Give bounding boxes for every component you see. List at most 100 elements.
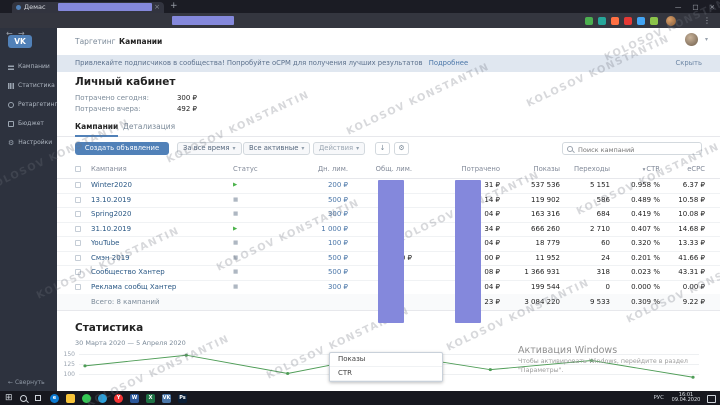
extension-icon[interactable] bbox=[650, 16, 658, 25]
sidebar-item-campaigns[interactable]: Кампании bbox=[0, 57, 57, 76]
taskbar-app-word-icon[interactable]: W bbox=[130, 393, 139, 403]
start-button[interactable]: ⊞ bbox=[5, 391, 13, 405]
window-close-icon[interactable]: × bbox=[710, 3, 715, 11]
daily-limit-link[interactable]: 500 ₽ bbox=[328, 265, 348, 280]
taskbar-app-yandex-browser-icon[interactable]: Y bbox=[114, 393, 123, 403]
sidebar-item-settings[interactable]: ⚙ Настройки bbox=[0, 133, 57, 152]
daily-limit-link[interactable]: 300 ₽ bbox=[328, 207, 348, 222]
daily-limit-link[interactable]: 200 ₽ bbox=[328, 178, 348, 193]
status-icon[interactable]: ■ bbox=[233, 251, 238, 266]
tab-details[interactable]: Детализация bbox=[123, 118, 175, 135]
col-impressions[interactable]: Показы bbox=[533, 160, 560, 178]
extension-icon[interactable] bbox=[585, 16, 593, 25]
select-all-checkbox[interactable] bbox=[75, 165, 81, 172]
campaign-link[interactable]: Реклама сообщ Хантер bbox=[91, 280, 176, 295]
sidebar-item-budget[interactable]: Бюджет bbox=[0, 114, 57, 133]
status-icon[interactable]: ■ bbox=[233, 265, 238, 280]
campaign-link[interactable]: 31.10.2019 bbox=[91, 222, 131, 237]
search-input[interactable] bbox=[576, 143, 702, 156]
row-checkbox[interactable] bbox=[75, 269, 81, 275]
language-indicator[interactable]: РУС bbox=[653, 391, 664, 405]
forward-icon[interactable]: → bbox=[18, 26, 25, 41]
campaign-link[interactable]: Winter2020 bbox=[91, 178, 132, 193]
export-icon[interactable]: ↓ bbox=[375, 142, 390, 155]
period-filter-dropdown[interactable]: За все время ▾ bbox=[177, 142, 242, 155]
taskbar-app-whatsapp-icon[interactable] bbox=[82, 393, 91, 403]
breadcrumb-campaigns[interactable]: Кампании bbox=[119, 37, 162, 46]
extension-icon[interactable] bbox=[598, 16, 606, 25]
back-icon[interactable]: ← bbox=[6, 26, 13, 41]
col-total-limit[interactable]: Общ. лим. bbox=[376, 160, 412, 178]
window-maximize-icon[interactable]: □ bbox=[692, 3, 698, 11]
taskbar-app-edge-icon[interactable]: e bbox=[50, 393, 59, 403]
status-icon[interactable]: ■ bbox=[233, 193, 238, 208]
impressions-value: 199 544 bbox=[531, 282, 560, 291]
col-ecpc[interactable]: eCPC bbox=[687, 160, 705, 178]
new-tab-button[interactable]: + bbox=[170, 0, 178, 13]
taskbar-app-telegram-icon[interactable] bbox=[98, 393, 107, 403]
redaction-overlay bbox=[58, 3, 152, 11]
row-checkbox[interactable] bbox=[75, 196, 81, 203]
status-icon[interactable]: ■ bbox=[233, 280, 238, 295]
gear-icon[interactable]: ⚙ bbox=[394, 142, 409, 155]
campaign-link[interactable]: Spring2020 bbox=[91, 207, 131, 222]
taskbar-app-photoshop-icon[interactable]: Ps bbox=[178, 393, 187, 403]
col-clicks[interactable]: Переходы bbox=[574, 160, 610, 178]
sidebar-item-retargeting[interactable]: Ретаргетинг bbox=[0, 95, 58, 114]
taskbar-app-vk-app-icon[interactable]: VK bbox=[162, 393, 171, 403]
col-ctr[interactable]: ▾CTR bbox=[643, 160, 660, 179]
metric-option-ctr[interactable]: CTR bbox=[330, 367, 442, 381]
banner-hide-button[interactable]: Скрыть bbox=[676, 55, 703, 72]
daily-limit-link[interactable]: 300 ₽ bbox=[328, 280, 348, 295]
row-checkbox[interactable] bbox=[75, 211, 81, 217]
taskbar-search-icon[interactable] bbox=[20, 395, 27, 402]
daily-limit-link[interactable]: 1 000 ₽ bbox=[321, 222, 348, 237]
avatar[interactable] bbox=[685, 33, 698, 46]
campaign-link[interactable]: YouTube bbox=[91, 236, 119, 251]
chevron-down-icon[interactable]: ▾ bbox=[705, 36, 708, 43]
actions-dropdown[interactable]: Действия ▾ bbox=[313, 142, 366, 155]
status-icon[interactable]: ▶ bbox=[233, 178, 237, 193]
sidebar-item-statistics[interactable]: Статистика bbox=[0, 76, 57, 95]
status-icon[interactable]: ▶ bbox=[233, 222, 237, 237]
col-status[interactable]: Статус bbox=[233, 160, 258, 178]
row-checkbox[interactable] bbox=[75, 182, 81, 188]
campaign-link[interactable]: Сообщество Хантер bbox=[91, 265, 165, 280]
row-checkbox[interactable] bbox=[75, 240, 81, 246]
taskbar-clock[interactable]: 16:01 09.04.2020 bbox=[668, 392, 704, 405]
campaign-link[interactable]: Смэн 2019 bbox=[91, 251, 130, 266]
browser-profile-avatar[interactable] bbox=[666, 15, 676, 26]
browser-menu-icon[interactable]: ⋮ bbox=[703, 13, 711, 28]
tab-close-icon[interactable]: × bbox=[154, 3, 160, 11]
daily-limit-link[interactable]: 500 ₽ bbox=[328, 193, 348, 208]
campaign-search[interactable] bbox=[562, 142, 702, 156]
sidebar-collapse-button[interactable]: ← Свернуть bbox=[8, 379, 45, 386]
col-spent[interactable]: Потрачено bbox=[461, 160, 500, 178]
campaign-link[interactable]: 13.10.2019 bbox=[91, 193, 131, 208]
breadcrumb-targeting[interactable]: Таргетинг bbox=[75, 37, 116, 46]
task-view-icon[interactable] bbox=[35, 395, 41, 401]
taskbar-app-excel-icon[interactable]: X bbox=[146, 393, 155, 403]
create-ad-button[interactable]: Создать объявление bbox=[75, 142, 169, 155]
status-icon[interactable]: ■ bbox=[233, 207, 238, 222]
metric-option-impressions[interactable]: Показы bbox=[330, 353, 442, 367]
col-daily-limit[interactable]: Дн. лим. bbox=[318, 160, 348, 178]
notification-center-icon[interactable] bbox=[707, 395, 716, 403]
stats-date-range[interactable]: 30 Марта 2020 — 5 Апреля 2020 bbox=[75, 339, 186, 347]
row-checkbox[interactable] bbox=[75, 283, 81, 290]
tab-campaigns[interactable]: Кампании bbox=[75, 118, 119, 137]
window-minimize-icon[interactable]: — bbox=[675, 3, 682, 11]
extension-icon[interactable] bbox=[637, 16, 645, 25]
taskbar-app-explorer-icon[interactable] bbox=[66, 393, 75, 403]
status-icon[interactable]: ■ bbox=[233, 236, 238, 251]
daily-limit-link[interactable]: 500 ₽ bbox=[328, 251, 348, 266]
row-checkbox[interactable] bbox=[75, 225, 81, 232]
table-header: Кампания Статус Дн. лим. Общ. лим. Потра… bbox=[57, 160, 720, 179]
extension-icon[interactable] bbox=[611, 16, 619, 25]
banner-more-link[interactable]: Подробнее bbox=[429, 59, 468, 67]
status-filter-dropdown[interactable]: Все активные ▾ bbox=[243, 142, 311, 155]
row-checkbox[interactable] bbox=[75, 254, 81, 261]
daily-limit-link[interactable]: 100 ₽ bbox=[328, 236, 348, 251]
extension-icon[interactable] bbox=[624, 16, 632, 25]
col-campaign[interactable]: Кампания bbox=[91, 160, 127, 178]
